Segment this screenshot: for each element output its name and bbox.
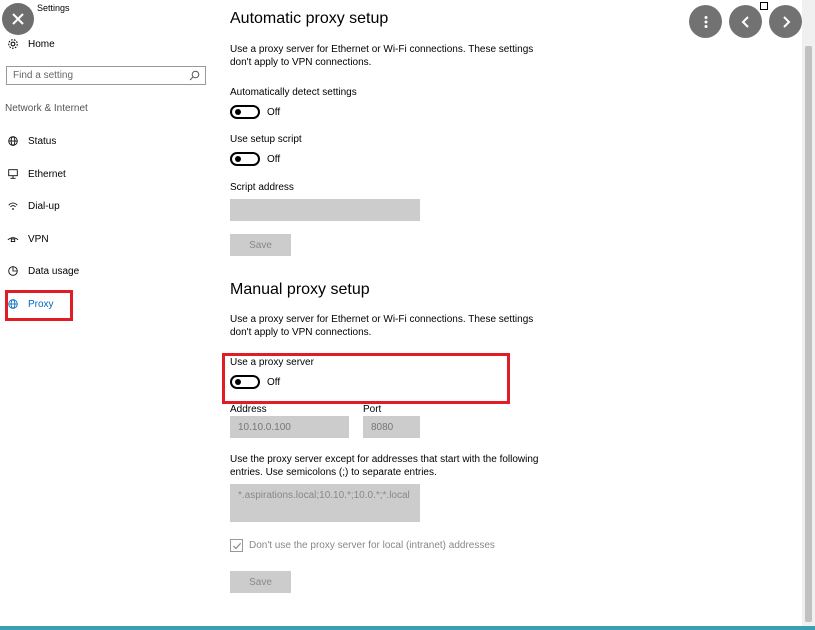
close-icon bbox=[12, 13, 24, 25]
manual-proxy-title: Manual proxy setup bbox=[230, 281, 370, 298]
sidebar-item-home[interactable]: Home bbox=[6, 36, 55, 52]
sidebar-item-vpn[interactable]: VPN bbox=[6, 231, 49, 247]
automatic-proxy-description: Use a proxy server for Ethernet or Wi-Fi… bbox=[230, 44, 534, 68]
search-box[interactable] bbox=[6, 66, 206, 85]
sidebar-item-ethernet[interactable]: Ethernet bbox=[6, 166, 66, 182]
toggle-state: Off bbox=[267, 153, 281, 165]
toggle-knob bbox=[235, 109, 241, 115]
local-bypass-checkbox[interactable] bbox=[230, 539, 243, 552]
more-vertical-icon bbox=[704, 15, 707, 28]
sidebar-item-label: VPN bbox=[28, 233, 49, 245]
manual-save-button[interactable]: Save bbox=[230, 571, 291, 593]
chevron-right-icon bbox=[782, 15, 790, 28]
sidebar-item-data-usage[interactable]: Data usage bbox=[6, 263, 79, 279]
toggle-track bbox=[230, 152, 260, 166]
port-field[interactable] bbox=[363, 416, 420, 438]
manual-proxy-description: Use a proxy server for Ethernet or Wi-Fi… bbox=[230, 314, 534, 338]
section-label: Network & Internet bbox=[5, 103, 88, 114]
vpn-icon bbox=[6, 232, 20, 246]
auto-detect-label: Automatically detect settings bbox=[230, 87, 357, 98]
previous-button[interactable] bbox=[729, 5, 762, 38]
automatic-proxy-title: Automatic proxy setup bbox=[230, 10, 389, 27]
toggle-track bbox=[230, 105, 260, 119]
port-label: Port bbox=[363, 404, 382, 415]
maximize-icon[interactable] bbox=[760, 2, 768, 10]
exceptions-field[interactable]: *.aspirations.local;10.10.*;10.0.*;*.loc… bbox=[230, 484, 420, 522]
scrollbar[interactable] bbox=[802, 0, 815, 630]
chevron-left-icon bbox=[741, 15, 749, 28]
app-title: Settings bbox=[37, 3, 70, 13]
main-content: Automatic proxy setup Use a proxy server… bbox=[212, 0, 802, 630]
sidebar-item-dialup[interactable]: Dial-up bbox=[6, 198, 60, 214]
sidebar-item-label: Ethernet bbox=[28, 168, 66, 180]
address-label: Address bbox=[230, 404, 267, 415]
local-bypass-checkbox-row[interactable]: Don't use the proxy server for local (in… bbox=[230, 539, 495, 552]
sidebar-item-label: Data usage bbox=[28, 265, 80, 277]
exceptions-description: Use the proxy server except for addresse… bbox=[230, 454, 539, 478]
toggle-state: Off bbox=[267, 106, 281, 118]
script-address-label: Script address bbox=[230, 182, 294, 193]
data-usage-icon bbox=[6, 264, 20, 278]
sidebar-item-status[interactable]: Status bbox=[6, 133, 56, 149]
highlight-box-use-proxy bbox=[222, 353, 510, 404]
globe-monitor-icon bbox=[6, 134, 20, 148]
dialup-icon bbox=[6, 199, 20, 213]
highlight-box-proxy bbox=[5, 290, 73, 321]
ethernet-icon bbox=[6, 167, 20, 181]
bottom-strip bbox=[0, 626, 815, 630]
script-address-field[interactable] bbox=[230, 199, 420, 221]
toggle-knob bbox=[235, 156, 241, 162]
next-button[interactable] bbox=[769, 5, 802, 38]
more-options-button[interactable] bbox=[689, 5, 722, 38]
search-icon bbox=[189, 70, 200, 81]
auto-detect-toggle[interactable]: Off bbox=[230, 105, 280, 119]
address-field[interactable] bbox=[230, 416, 349, 438]
gear-icon bbox=[6, 37, 20, 51]
setup-script-toggle[interactable]: Off bbox=[230, 152, 280, 166]
sidebar-item-label: Home bbox=[28, 38, 55, 50]
checkmark-icon bbox=[232, 542, 241, 549]
sidebar: Settings Home Network & Internet Status … bbox=[0, 0, 212, 630]
search-input[interactable] bbox=[13, 70, 183, 81]
sidebar-item-label: Status bbox=[28, 135, 57, 147]
scrollbar-thumb[interactable] bbox=[805, 46, 812, 622]
setup-script-label: Use setup script bbox=[230, 134, 302, 145]
close-button[interactable] bbox=[2, 3, 34, 35]
local-bypass-label: Don't use the proxy server for local (in… bbox=[249, 540, 495, 551]
sidebar-item-label: Dial-up bbox=[28, 200, 60, 212]
automatic-save-button[interactable]: Save bbox=[230, 234, 291, 256]
